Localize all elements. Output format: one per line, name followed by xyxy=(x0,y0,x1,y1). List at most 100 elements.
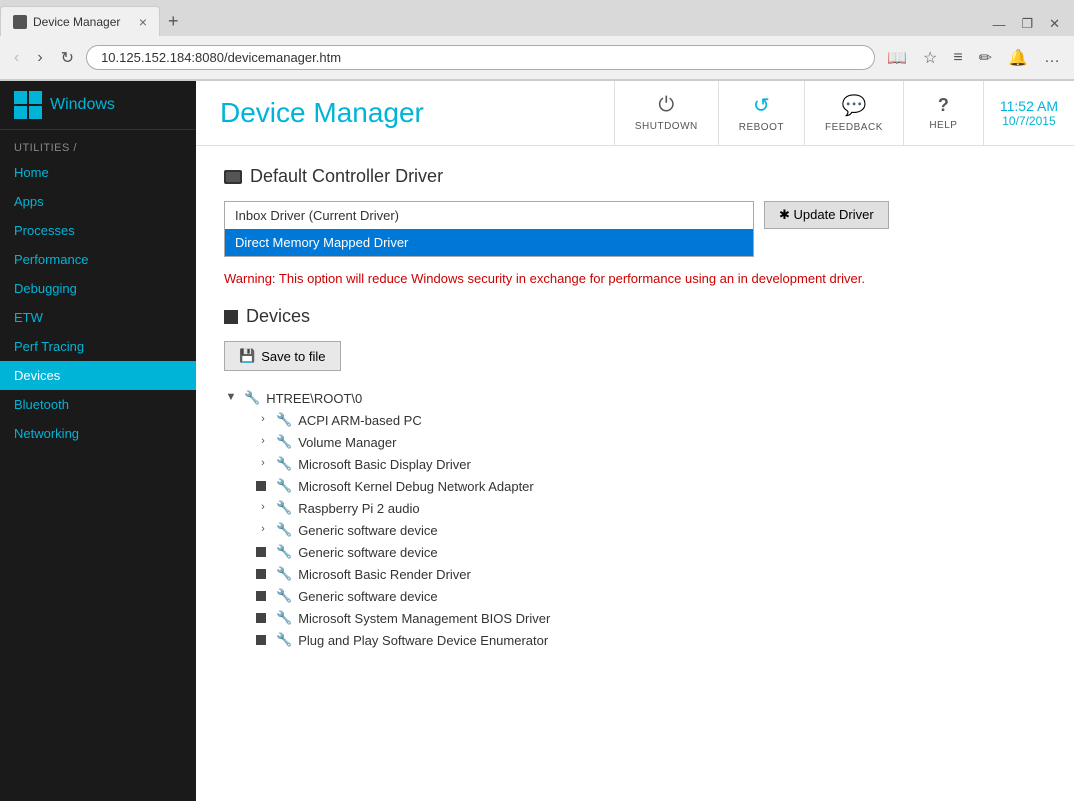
update-driver-button[interactable]: ✱ Update Driver xyxy=(764,201,889,229)
driver-option-direct-memory[interactable]: Direct Memory Mapped Driver xyxy=(225,229,753,256)
device-icon: 🔧 xyxy=(276,412,292,428)
chevron-icon[interactable]: › xyxy=(256,457,270,471)
tab-bar: Device Manager × + — ❐ ✕ xyxy=(0,0,1074,36)
notifications-button[interactable]: 🔔 xyxy=(1002,44,1034,72)
refresh-button[interactable]: ↻ xyxy=(55,44,80,72)
root-chevron-icon[interactable]: ▼ xyxy=(224,391,238,405)
sidebar-item-devices[interactable]: Devices xyxy=(0,361,196,390)
nav-bar: ‹ › ↻ 📖 ☆ ≡ ✏ 🔔 … xyxy=(0,36,1074,80)
driver-options: Inbox Driver (Current Driver) Direct Mem… xyxy=(225,202,753,256)
device-label: Generic software device xyxy=(298,523,437,538)
root-device-icon: 🔧 xyxy=(244,390,260,406)
forward-button[interactable]: › xyxy=(31,45,48,71)
root-label: HTREE\ROOT\0 xyxy=(266,391,362,406)
sidebar-item-debugging[interactable]: Debugging xyxy=(0,274,196,303)
active-tab[interactable]: Device Manager × xyxy=(0,6,160,36)
reboot-icon: ↺ xyxy=(753,93,770,118)
sidebar-item-performance[interactable]: Performance xyxy=(0,245,196,274)
square-icon xyxy=(256,569,266,579)
new-tab-button[interactable]: + xyxy=(160,11,187,32)
default-controller-section: Default Controller Driver Inbox Driver (… xyxy=(224,166,1046,286)
list-item[interactable]: 🔧 Plug and Play Software Device Enumerat… xyxy=(256,629,1046,651)
chevron-icon[interactable]: › xyxy=(256,435,270,449)
list-item[interactable]: › 🔧 Microsoft Basic Display Driver xyxy=(256,453,1046,475)
favorites-button[interactable]: ☆ xyxy=(917,44,943,72)
windows-logo-icon xyxy=(14,91,42,119)
devices-icon xyxy=(224,310,238,324)
back-button[interactable]: ‹ xyxy=(8,45,25,71)
reboot-label: REBOOT xyxy=(739,122,784,133)
help-label: HELP xyxy=(929,120,957,131)
list-item[interactable]: › 🔧 Generic software device xyxy=(256,519,1046,541)
list-item[interactable]: 🔧 Microsoft Kernel Debug Network Adapter xyxy=(256,475,1046,497)
shutdown-label: SHUTDOWN xyxy=(635,121,698,132)
header-actions: ⏻ SHUTDOWN ↺ REBOOT 💬 FEEDBACK ? HELP 11… xyxy=(614,81,1074,145)
sidebar-item-perf-tracing[interactable]: Perf Tracing xyxy=(0,332,196,361)
maximize-button[interactable]: ❐ xyxy=(1015,12,1039,36)
sidebar: Windows UTILITIES / Home Apps Processes … xyxy=(0,81,196,801)
list-item[interactable]: 🔧 Microsoft System Management BIOS Drive… xyxy=(256,607,1046,629)
sidebar-nav: UTILITIES / Home Apps Processes Performa… xyxy=(0,130,196,452)
date-value: 10/7/2015 xyxy=(1002,114,1055,128)
controller-section-title: Default Controller Driver xyxy=(224,166,1046,187)
minimize-button[interactable]: — xyxy=(986,13,1011,36)
device-icon: 🔧 xyxy=(276,610,292,626)
tree-root-item[interactable]: ▼ 🔧 HTREE\ROOT\0 xyxy=(224,387,1046,409)
list-item[interactable]: 🔧 Microsoft Basic Render Driver xyxy=(256,563,1046,585)
list-item[interactable]: › 🔧 Raspberry Pi 2 audio xyxy=(256,497,1046,519)
device-icon: 🔧 xyxy=(276,544,292,560)
sidebar-item-processes[interactable]: Processes xyxy=(0,216,196,245)
device-icon: 🔧 xyxy=(276,588,292,604)
sidebar-item-networking[interactable]: Networking xyxy=(0,419,196,448)
driver-option-inbox[interactable]: Inbox Driver (Current Driver) xyxy=(225,202,753,229)
chevron-icon[interactable]: › xyxy=(256,501,270,515)
list-item[interactable]: › 🔧 Volume Manager xyxy=(256,431,1046,453)
list-item[interactable]: 🔧 Generic software device xyxy=(256,541,1046,563)
feedback-icon: 💬 xyxy=(841,93,866,118)
notes-button[interactable]: ✏ xyxy=(973,44,998,72)
device-label: Volume Manager xyxy=(298,435,396,450)
tab-close-button[interactable]: × xyxy=(139,14,147,30)
square-icon xyxy=(256,547,266,557)
list-item[interactable]: › 🔧 ACPI ARM-based PC xyxy=(256,409,1046,431)
header-time: 11:52 AM 10/7/2015 xyxy=(983,81,1074,145)
chevron-icon[interactable]: › xyxy=(256,413,270,427)
chevron-icon[interactable]: › xyxy=(256,523,270,537)
browser-chrome: Device Manager × + — ❐ ✕ ‹ › ↻ 📖 ☆ ≡ ✏ 🔔… xyxy=(0,0,1074,81)
device-label: Raspberry Pi 2 audio xyxy=(298,501,419,516)
list-item[interactable]: 🔧 Generic software device xyxy=(256,585,1046,607)
sidebar-item-apps[interactable]: Apps xyxy=(0,187,196,216)
sidebar-item-etw[interactable]: ETW xyxy=(0,303,196,332)
tree-children: › 🔧 ACPI ARM-based PC › 🔧 Volume Manager… xyxy=(256,409,1046,651)
device-icon: 🔧 xyxy=(276,566,292,582)
device-label: ACPI ARM-based PC xyxy=(298,413,422,428)
window-close-button[interactable]: ✕ xyxy=(1043,12,1066,36)
app-header: Device Manager ⏻ SHUTDOWN ↺ REBOOT 💬 FEE… xyxy=(196,81,1074,146)
page: Windows UTILITIES / Home Apps Processes … xyxy=(0,81,1074,801)
driver-selection-area: Inbox Driver (Current Driver) Direct Mem… xyxy=(224,201,1046,271)
sidebar-item-home[interactable]: Home xyxy=(0,158,196,187)
sidebar-section-label: UTILITIES / xyxy=(0,138,196,158)
devices-section: Devices 💾 Save to file ▼ 🔧 HTREE\ROOT\0 xyxy=(224,306,1046,651)
device-label: Plug and Play Software Device Enumerator xyxy=(298,633,548,648)
save-to-file-button[interactable]: 💾 Save to file xyxy=(224,341,341,371)
shutdown-button[interactable]: ⏻ SHUTDOWN xyxy=(614,81,718,145)
shutdown-icon: ⏻ xyxy=(658,94,674,117)
devices-section-title: Devices xyxy=(224,306,1046,327)
controller-icon xyxy=(224,170,242,184)
help-button[interactable]: ? HELP xyxy=(903,81,983,145)
reboot-button[interactable]: ↺ REBOOT xyxy=(718,81,804,145)
sidebar-item-bluetooth[interactable]: Bluetooth xyxy=(0,390,196,419)
device-icon: 🔧 xyxy=(276,456,292,472)
more-button[interactable]: … xyxy=(1038,44,1066,72)
nav-actions: 📖 ☆ ≡ ✏ 🔔 … xyxy=(881,44,1066,72)
device-label: Generic software device xyxy=(298,589,437,604)
device-tree: ▼ 🔧 HTREE\ROOT\0 › 🔧 ACPI ARM-based PC › xyxy=(224,387,1046,651)
feedback-label: FEEDBACK xyxy=(825,122,883,133)
reading-view-button[interactable]: 📖 xyxy=(881,44,913,72)
save-icon: 💾 xyxy=(239,348,255,364)
address-bar[interactable] xyxy=(86,45,875,70)
hub-button[interactable]: ≡ xyxy=(947,44,968,72)
feedback-button[interactable]: 💬 FEEDBACK xyxy=(804,81,903,145)
square-icon xyxy=(256,481,266,491)
